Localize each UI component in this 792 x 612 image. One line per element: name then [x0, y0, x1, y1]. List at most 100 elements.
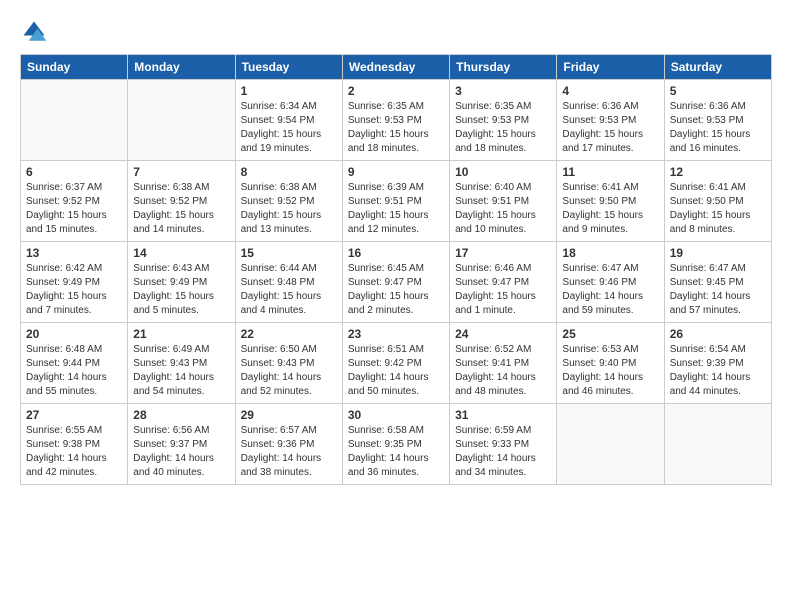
calendar-cell: 27 Sunrise: 6:55 AMSunset: 9:38 PMDayligh… [21, 404, 128, 485]
day-number: 24 [455, 327, 551, 341]
day-number: 6 [26, 165, 122, 179]
cell-content: Sunrise: 6:41 AMSunset: 9:50 PMDaylight:… [670, 181, 766, 237]
cell-content: Sunrise: 6:36 AMSunset: 9:53 PMDaylight:… [670, 100, 766, 156]
cell-content: Sunrise: 6:53 AMSunset: 9:40 PMDaylight:… [562, 343, 658, 399]
calendar-week-4: 20 Sunrise: 6:48 AMSunset: 9:44 PMDayligh… [21, 323, 772, 404]
day-number: 14 [133, 246, 229, 260]
cell-content: Sunrise: 6:59 AMSunset: 9:33 PMDaylight:… [455, 424, 551, 480]
day-number: 28 [133, 408, 229, 422]
cell-content: Sunrise: 6:37 AMSunset: 9:52 PMDaylight:… [26, 181, 122, 237]
day-number: 27 [26, 408, 122, 422]
cell-content: Sunrise: 6:42 AMSunset: 9:49 PMDaylight:… [26, 262, 122, 318]
day-number: 7 [133, 165, 229, 179]
cell-content: Sunrise: 6:35 AMSunset: 9:53 PMDaylight:… [455, 100, 551, 156]
day-number: 25 [562, 327, 658, 341]
calendar-cell: 17 Sunrise: 6:46 AMSunset: 9:47 PMDayligh… [450, 242, 557, 323]
calendar-cell: 10 Sunrise: 6:40 AMSunset: 9:51 PMDayligh… [450, 161, 557, 242]
day-number: 9 [348, 165, 444, 179]
cell-content: Sunrise: 6:43 AMSunset: 9:49 PMDaylight:… [133, 262, 229, 318]
day-number: 26 [670, 327, 766, 341]
weekday-header-monday: Monday [128, 55, 235, 80]
calendar-week-2: 6 Sunrise: 6:37 AMSunset: 9:52 PMDaylight… [21, 161, 772, 242]
day-number: 19 [670, 246, 766, 260]
calendar-cell: 11 Sunrise: 6:41 AMSunset: 9:50 PMDayligh… [557, 161, 664, 242]
calendar-cell: 28Sunrise: 6:56 AMSunset: 9:37 PMDayligh… [128, 404, 235, 485]
calendar-cell: 16 Sunrise: 6:45 AMSunset: 9:47 PMDayligh… [342, 242, 449, 323]
weekday-header-saturday: Saturday [664, 55, 771, 80]
cell-content: Sunrise: 6:44 AMSunset: 9:48 PMDaylight:… [241, 262, 337, 318]
cell-content: Sunrise: 6:40 AMSunset: 9:51 PMDaylight:… [455, 181, 551, 237]
calendar-week-1: 1 Sunrise: 6:34 AMSunset: 9:54 PMDaylight… [21, 80, 772, 161]
logo-icon [20, 18, 48, 46]
calendar-cell: 8Sunrise: 6:38 AMSunset: 9:52 PMDaylight… [235, 161, 342, 242]
cell-content: Sunrise: 6:49 AMSunset: 9:43 PMDaylight:… [133, 343, 229, 399]
cell-content: Sunrise: 6:50 AMSunset: 9:43 PMDaylight:… [241, 343, 337, 399]
day-number: 17 [455, 246, 551, 260]
calendar-cell: 1 Sunrise: 6:34 AMSunset: 9:54 PMDaylight… [235, 80, 342, 161]
calendar-cell: 21 Sunrise: 6:49 AMSunset: 9:43 PMDayligh… [128, 323, 235, 404]
weekday-header-thursday: Thursday [450, 55, 557, 80]
day-number: 1 [241, 84, 337, 98]
calendar-table: SundayMondayTuesdayWednesdayThursdayFrid… [20, 54, 772, 485]
calendar-cell: 15 Sunrise: 6:44 AMSunset: 9:48 PMDayligh… [235, 242, 342, 323]
day-number: 11 [562, 165, 658, 179]
cell-content: Sunrise: 6:45 AMSunset: 9:47 PMDaylight:… [348, 262, 444, 318]
weekday-header-tuesday: Tuesday [235, 55, 342, 80]
cell-content: Sunrise: 6:38 AMSunset: 9:52 PMDaylight:… [133, 181, 229, 237]
calendar-cell: 12 Sunrise: 6:41 AMSunset: 9:50 PMDayligh… [664, 161, 771, 242]
day-number: 2 [348, 84, 444, 98]
cell-content: Sunrise: 6:41 AMSunset: 9:50 PMDaylight:… [562, 181, 658, 237]
calendar-cell: 30Sunrise: 6:58 AMSunset: 9:35 PMDayligh… [342, 404, 449, 485]
calendar-cell: 23Sunrise: 6:51 AMSunset: 9:42 PMDayligh… [342, 323, 449, 404]
calendar-cell: 29 Sunrise: 6:57 AMSunset: 9:36 PMDayligh… [235, 404, 342, 485]
header [20, 18, 772, 46]
day-number: 21 [133, 327, 229, 341]
calendar-cell: 25 Sunrise: 6:53 AMSunset: 9:40 PMDayligh… [557, 323, 664, 404]
cell-content: Sunrise: 6:35 AMSunset: 9:53 PMDaylight:… [348, 100, 444, 156]
cell-content: Sunrise: 6:58 AMSunset: 9:35 PMDaylight:… [348, 424, 444, 480]
calendar-cell: 6 Sunrise: 6:37 AMSunset: 9:52 PMDaylight… [21, 161, 128, 242]
cell-content: Sunrise: 6:57 AMSunset: 9:36 PMDaylight:… [241, 424, 337, 480]
calendar-cell: 31 Sunrise: 6:59 AMSunset: 9:33 PMDayligh… [450, 404, 557, 485]
day-number: 12 [670, 165, 766, 179]
calendar-cell: 4 Sunrise: 6:36 AMSunset: 9:53 PMDaylight… [557, 80, 664, 161]
logo [20, 18, 52, 46]
weekday-header-sunday: Sunday [21, 55, 128, 80]
cell-content: Sunrise: 6:47 AMSunset: 9:45 PMDaylight:… [670, 262, 766, 318]
calendar-cell: 13Sunrise: 6:42 AMSunset: 9:49 PMDayligh… [21, 242, 128, 323]
day-number: 8 [241, 165, 337, 179]
calendar-cell: 24Sunrise: 6:52 AMSunset: 9:41 PMDayligh… [450, 323, 557, 404]
cell-content: Sunrise: 6:47 AMSunset: 9:46 PMDaylight:… [562, 262, 658, 318]
day-number: 10 [455, 165, 551, 179]
calendar-cell: 5 Sunrise: 6:36 AMSunset: 9:53 PMDaylight… [664, 80, 771, 161]
day-number: 4 [562, 84, 658, 98]
calendar-week-3: 13Sunrise: 6:42 AMSunset: 9:49 PMDayligh… [21, 242, 772, 323]
calendar-cell: 9 Sunrise: 6:39 AMSunset: 9:51 PMDaylight… [342, 161, 449, 242]
calendar-cell: 2 Sunrise: 6:35 AMSunset: 9:53 PMDaylight… [342, 80, 449, 161]
calendar-cell: 14 Sunrise: 6:43 AMSunset: 9:49 PMDayligh… [128, 242, 235, 323]
calendar-cell: 20 Sunrise: 6:48 AMSunset: 9:44 PMDayligh… [21, 323, 128, 404]
calendar-cell: 18 Sunrise: 6:47 AMSunset: 9:46 PMDayligh… [557, 242, 664, 323]
calendar-cell: 19 Sunrise: 6:47 AMSunset: 9:45 PMDayligh… [664, 242, 771, 323]
cell-content: Sunrise: 6:46 AMSunset: 9:47 PMDaylight:… [455, 262, 551, 318]
day-number: 16 [348, 246, 444, 260]
calendar-cell [128, 80, 235, 161]
cell-content: Sunrise: 6:34 AMSunset: 9:54 PMDaylight:… [241, 100, 337, 156]
calendar-cell: 3Sunrise: 6:35 AMSunset: 9:53 PMDaylight… [450, 80, 557, 161]
day-number: 29 [241, 408, 337, 422]
cell-content: Sunrise: 6:48 AMSunset: 9:44 PMDaylight:… [26, 343, 122, 399]
calendar-cell: 7 Sunrise: 6:38 AMSunset: 9:52 PMDaylight… [128, 161, 235, 242]
cell-content: Sunrise: 6:55 AMSunset: 9:38 PMDaylight:… [26, 424, 122, 480]
day-number: 22 [241, 327, 337, 341]
weekday-header-row: SundayMondayTuesdayWednesdayThursdayFrid… [21, 55, 772, 80]
day-number: 18 [562, 246, 658, 260]
calendar-cell: 26Sunrise: 6:54 AMSunset: 9:39 PMDayligh… [664, 323, 771, 404]
cell-content: Sunrise: 6:36 AMSunset: 9:53 PMDaylight:… [562, 100, 658, 156]
day-number: 15 [241, 246, 337, 260]
cell-content: Sunrise: 6:39 AMSunset: 9:51 PMDaylight:… [348, 181, 444, 237]
calendar-cell: 22 Sunrise: 6:50 AMSunset: 9:43 PMDayligh… [235, 323, 342, 404]
day-number: 20 [26, 327, 122, 341]
day-number: 5 [670, 84, 766, 98]
calendar-week-5: 27 Sunrise: 6:55 AMSunset: 9:38 PMDayligh… [21, 404, 772, 485]
day-number: 31 [455, 408, 551, 422]
